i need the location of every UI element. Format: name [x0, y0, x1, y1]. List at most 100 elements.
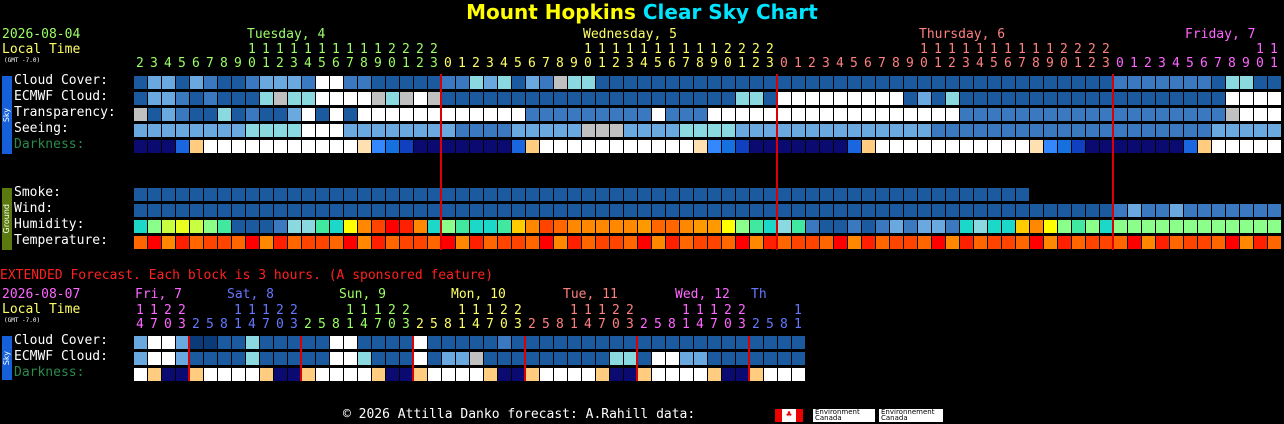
transparency-cell[interactable] — [400, 108, 413, 121]
ext-ecmwf-cloud-cell[interactable] — [190, 352, 203, 365]
wind-cell[interactable] — [218, 204, 231, 217]
wind-cell[interactable] — [960, 204, 973, 217]
temperature-cell[interactable] — [1170, 236, 1183, 249]
temperature-cell[interactable] — [568, 236, 581, 249]
temperature-cell[interactable] — [302, 236, 315, 249]
transparency-cell[interactable] — [316, 108, 329, 121]
transparency-cell[interactable] — [582, 108, 595, 121]
seeing-cell[interactable] — [344, 124, 357, 137]
transparency-cell[interactable] — [694, 108, 707, 121]
cloud-cover-cell[interactable] — [764, 76, 777, 89]
transparency-cell[interactable] — [1240, 108, 1253, 121]
temperature-cell[interactable] — [834, 236, 847, 249]
darkness-cell[interactable] — [1212, 140, 1225, 153]
humidity-cell[interactable] — [1142, 220, 1155, 233]
darkness-cell[interactable] — [666, 140, 679, 153]
ext-ecmwf-cloud-cell[interactable] — [722, 352, 735, 365]
smoke-cell[interactable] — [582, 188, 595, 201]
temperature-cell[interactable] — [736, 236, 749, 249]
humidity-cell[interactable] — [820, 220, 833, 233]
wind-cell[interactable] — [1100, 204, 1113, 217]
temperature-cell[interactable] — [946, 236, 959, 249]
temperature-cell[interactable] — [1184, 236, 1197, 249]
temperature-cell[interactable] — [316, 236, 329, 249]
wind-cell[interactable] — [1016, 204, 1029, 217]
darkness-cell[interactable] — [694, 140, 707, 153]
smoke-cell[interactable] — [232, 188, 245, 201]
humidity-cell[interactable] — [386, 220, 399, 233]
transparency-cell[interactable] — [624, 108, 637, 121]
cloud-cover-cell[interactable] — [134, 76, 147, 89]
cloud-cover-cell[interactable] — [372, 76, 385, 89]
seeing-cell[interactable] — [456, 124, 469, 137]
darkness-cell[interactable] — [1240, 140, 1253, 153]
ext-ecmwf-cloud-cell[interactable] — [708, 352, 721, 365]
humidity-cell[interactable] — [1114, 220, 1127, 233]
cloud-cover-cell[interactable] — [330, 76, 343, 89]
humidity-cell[interactable] — [736, 220, 749, 233]
wind-cell[interactable] — [162, 204, 175, 217]
cloud-cover-cell[interactable] — [1114, 76, 1127, 89]
transparency-cell[interactable] — [932, 108, 945, 121]
ext-cloud-cover-cell[interactable] — [330, 336, 343, 349]
ext-darkness-cell[interactable] — [428, 368, 441, 381]
darkness-cell[interactable] — [1086, 140, 1099, 153]
darkness-cell[interactable] — [1142, 140, 1155, 153]
wind-cell[interactable] — [568, 204, 581, 217]
temperature-cell[interactable] — [904, 236, 917, 249]
humidity-cell[interactable] — [526, 220, 539, 233]
ext-cloud-cover-cell[interactable] — [302, 336, 315, 349]
ext-cloud-cover-cell[interactable] — [792, 336, 805, 349]
smoke-cell[interactable] — [974, 188, 987, 201]
darkness-cell[interactable] — [1002, 140, 1015, 153]
humidity-cell[interactable] — [638, 220, 651, 233]
wind-cell[interactable] — [456, 204, 469, 217]
temperature-cell[interactable] — [1086, 236, 1099, 249]
cloud-cover-cell[interactable] — [890, 76, 903, 89]
ext-cloud-cover-cell[interactable] — [554, 336, 567, 349]
temperature-cell[interactable] — [722, 236, 735, 249]
cloud-cover-cell[interactable] — [218, 76, 231, 89]
transparency-cell[interactable] — [1212, 108, 1225, 121]
ext-darkness-cell[interactable] — [750, 368, 763, 381]
darkness-cell[interactable] — [288, 140, 301, 153]
ext-darkness-cell[interactable] — [442, 368, 455, 381]
ext-darkness-cell[interactable] — [680, 368, 693, 381]
cloud-cover-cell[interactable] — [288, 76, 301, 89]
temperature-cell[interactable] — [344, 236, 357, 249]
darkness-cell[interactable] — [344, 140, 357, 153]
ext-cloud-cover-cell[interactable] — [540, 336, 553, 349]
temperature-cell[interactable] — [162, 236, 175, 249]
cloud-cover-cell[interactable] — [666, 76, 679, 89]
transparency-cell[interactable] — [1002, 108, 1015, 121]
ext-darkness-cell[interactable] — [400, 368, 413, 381]
smoke-cell[interactable] — [1016, 188, 1029, 201]
transparency-cell[interactable] — [736, 108, 749, 121]
darkness-cell[interactable] — [414, 140, 427, 153]
wind-cell[interactable] — [778, 204, 791, 217]
transparency-cell[interactable] — [1114, 108, 1127, 121]
ext-darkness-cell[interactable] — [456, 368, 469, 381]
cloud-cover-cell[interactable] — [554, 76, 567, 89]
wind-cell[interactable] — [988, 204, 1001, 217]
darkness-cell[interactable] — [1254, 140, 1267, 153]
seeing-cell[interactable] — [540, 124, 553, 137]
temperature-cell[interactable] — [1030, 236, 1043, 249]
smoke-cell[interactable] — [1002, 188, 1015, 201]
humidity-cell[interactable] — [596, 220, 609, 233]
temperature-cell[interactable] — [610, 236, 623, 249]
temperature-cell[interactable] — [638, 236, 651, 249]
temperature-cell[interactable] — [1268, 236, 1281, 249]
ext-darkness-cell[interactable] — [246, 368, 259, 381]
canada-flag-icon[interactable]: ♣ — [775, 409, 803, 422]
wind-cell[interactable] — [470, 204, 483, 217]
ext-ecmwf-cloud-cell[interactable] — [778, 352, 791, 365]
transparency-cell[interactable] — [862, 108, 875, 121]
transparency-cell[interactable] — [988, 108, 1001, 121]
wind-cell[interactable] — [288, 204, 301, 217]
ext-cloud-cover-cell[interactable] — [582, 336, 595, 349]
wind-cell[interactable] — [610, 204, 623, 217]
seeing-cell[interactable] — [680, 124, 693, 137]
temperature-cell[interactable] — [498, 236, 511, 249]
wind-cell[interactable] — [820, 204, 833, 217]
